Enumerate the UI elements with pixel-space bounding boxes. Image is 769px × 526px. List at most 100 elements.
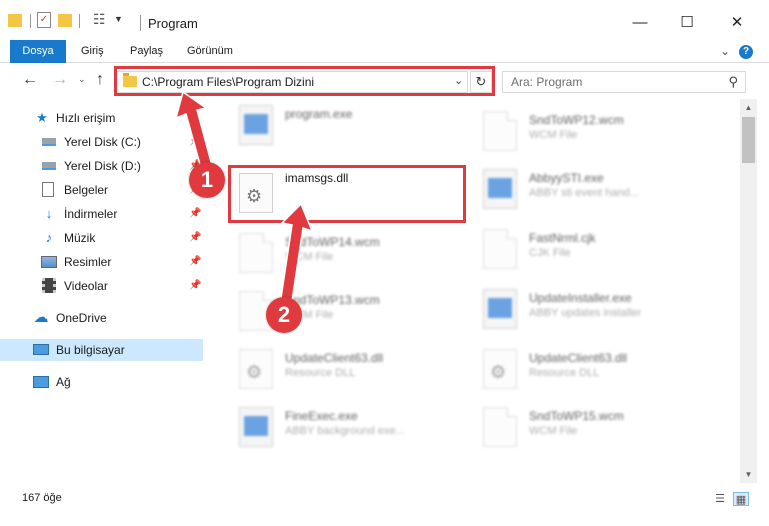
file-name: SndToWP14.wcm	[285, 235, 380, 249]
back-arrow-icon[interactable]: ←	[22, 71, 38, 89]
scroll-down-icon[interactable]: ▼	[740, 466, 757, 483]
step-1-callout: 1	[189, 162, 225, 198]
help-icon[interactable]: ?	[739, 45, 753, 59]
sidebar-item-local-disk-d[interactable]: Yerel Disk (D:) 📌	[0, 155, 203, 177]
close-button[interactable]: ✕	[714, 8, 760, 38]
sidebar-item-label: Yerel Disk (C:)	[64, 135, 141, 149]
video-icon	[42, 278, 56, 293]
file-name: program.exe	[285, 107, 353, 121]
file-name: SndToWP15.wcm	[529, 409, 624, 423]
file-description: CJK File	[529, 247, 571, 259]
view-options-icon[interactable]: ☷	[93, 11, 106, 28]
sidebar-item-label: OneDrive	[56, 311, 107, 325]
file-description: WCM File	[529, 425, 578, 437]
details-view-icon[interactable]: ☰	[712, 492, 728, 506]
sidebar-item-videos[interactable]: Videolar 📌	[0, 275, 203, 297]
sidebar-item-documents[interactable]: Belgeler 📌	[0, 179, 203, 201]
pin-icon[interactable]: 📌	[189, 280, 201, 291]
ribbon: Dosya Giriş Paylaş Görünüm ⌄	[0, 40, 769, 63]
file-description: WCM File	[529, 129, 578, 141]
expand-ribbon-icon[interactable]: ⌄	[720, 44, 730, 58]
list-item[interactable]: SndToWP15.wcm WCM File	[477, 401, 717, 455]
minimize-button[interactable]: —	[617, 8, 663, 38]
download-icon: ↓	[45, 206, 53, 221]
dll-gear-icon: ⚙	[239, 349, 273, 389]
tab-view[interactable]: Görünüm	[187, 40, 233, 63]
sidebar-item-onedrive[interactable]: ☁ OneDrive	[0, 307, 203, 329]
recent-dropdown-icon[interactable]: ⌄	[78, 74, 86, 85]
sidebar-item-pictures[interactable]: Resimler 📌	[0, 251, 203, 273]
list-item[interactable]: ⚙ UpdateClient63.dll Resource DLL	[477, 343, 717, 397]
file-name: SndToWP12.wcm	[529, 113, 624, 127]
maximize-button[interactable]: ☐	[664, 8, 710, 38]
sidebar-item-music[interactable]: ♪ Müzik 📌	[0, 227, 203, 249]
sidebar-item-label: Hızlı erişim	[56, 111, 116, 125]
file-description: Resource DLL	[285, 367, 356, 379]
network-icon	[33, 376, 49, 388]
sidebar-item-network[interactable]: Ağ	[0, 371, 203, 393]
sidebar-item-label: Resimler	[64, 255, 112, 269]
file-name: FineExec.exe	[285, 409, 358, 423]
sidebar-item-this-pc[interactable]: Bu bilgisayar	[0, 339, 203, 361]
vertical-scrollbar[interactable]: ▲ ▼	[740, 99, 757, 483]
list-item[interactable]: SndToWP14.wcm WCM File	[233, 227, 473, 281]
tab-file[interactable]: Dosya	[10, 40, 66, 63]
list-item[interactable]: AbbyySTI.exe ABBY sti event hand...	[477, 163, 717, 217]
sidebar-item-downloads[interactable]: ↓ İndirmeler 📌	[0, 203, 203, 225]
sidebar-item-label: Belgeler	[64, 183, 109, 197]
item-count: 167 öğe	[22, 492, 62, 504]
file-highlight-box	[228, 165, 466, 223]
tab-home[interactable]: Giriş	[81, 40, 104, 63]
search-input[interactable]: Ara: Program ⚲	[502, 71, 746, 93]
divider	[79, 14, 80, 28]
properties-icon[interactable]: ✓	[37, 12, 51, 28]
music-icon: ♪	[45, 230, 53, 245]
sidebar-item-label: Ağ	[56, 375, 71, 389]
dll-gear-icon: ⚙	[483, 349, 517, 389]
list-item[interactable]: SndToWP12.wcm WCM File	[477, 105, 717, 159]
search-icon[interactable]: ⚲	[728, 74, 738, 90]
list-item[interactable]: FastNrml.cjk CJK File	[477, 223, 717, 277]
file-icon	[239, 233, 273, 273]
file-list: program.exe ⚙ imamsgs.dll SndToWP14.wcm …	[205, 99, 740, 483]
file-icon	[483, 229, 517, 269]
sidebar-item-label: Videolar	[64, 279, 108, 293]
pin-icon[interactable]: 📌	[189, 256, 201, 267]
list-item[interactable]: UpdateInstaller.exe ABBY updates install…	[477, 283, 717, 337]
tab-share[interactable]: Paylaş	[130, 40, 163, 63]
new-folder-icon[interactable]	[58, 14, 72, 27]
forward-arrow-icon[interactable]: →	[52, 71, 68, 89]
pin-icon[interactable]: 📌	[189, 136, 201, 147]
step-2-callout: 2	[266, 297, 302, 333]
scroll-thumb[interactable]	[742, 117, 755, 163]
status-bar: 167 öğe ☰ ▦	[0, 483, 769, 526]
tiles-view-icon[interactable]: ▦	[733, 492, 749, 506]
list-item[interactable]: ⚙ UpdateClient63.dll Resource DLL	[233, 343, 473, 397]
divider	[140, 15, 141, 31]
list-item[interactable]: program.exe	[233, 99, 473, 153]
file-description: WCM File	[285, 251, 334, 263]
scroll-up-icon[interactable]: ▲	[740, 99, 757, 116]
file-description: ABBY sti event hand...	[529, 187, 639, 199]
list-item[interactable]: FineExec.exe ABBY background exe...	[233, 401, 473, 455]
pin-icon[interactable]: 📌	[189, 208, 201, 219]
file-description: ABBY updates installer	[529, 307, 642, 319]
file-description: Resource DLL	[529, 367, 600, 379]
documents-icon	[42, 182, 54, 197]
pin-icon[interactable]: 📌	[189, 232, 201, 243]
up-arrow-icon[interactable]: ↑	[96, 71, 104, 89]
sidebar-item-label: Bu bilgisayar	[56, 343, 125, 357]
divider	[30, 14, 31, 28]
drive-icon	[42, 162, 56, 170]
search-placeholder: Ara: Program	[511, 75, 583, 89]
address-highlight-box	[114, 66, 495, 96]
navigation-pane: ★ Hızlı erişim Yerel Disk (C:) 📌 Yerel D…	[0, 99, 205, 483]
sidebar-item-quick-access[interactable]: ★ Hızlı erişim	[0, 107, 203, 129]
executable-icon	[239, 407, 273, 447]
star-icon: ★	[36, 110, 48, 125]
sidebar-item-local-disk-c[interactable]: Yerel Disk (C:) 📌	[0, 131, 203, 153]
file-name: UpdateClient63.dll	[285, 351, 384, 365]
drive-icon	[42, 138, 56, 146]
quick-access-dropdown-icon[interactable]: ▼	[114, 14, 123, 24]
computer-icon	[33, 344, 49, 355]
